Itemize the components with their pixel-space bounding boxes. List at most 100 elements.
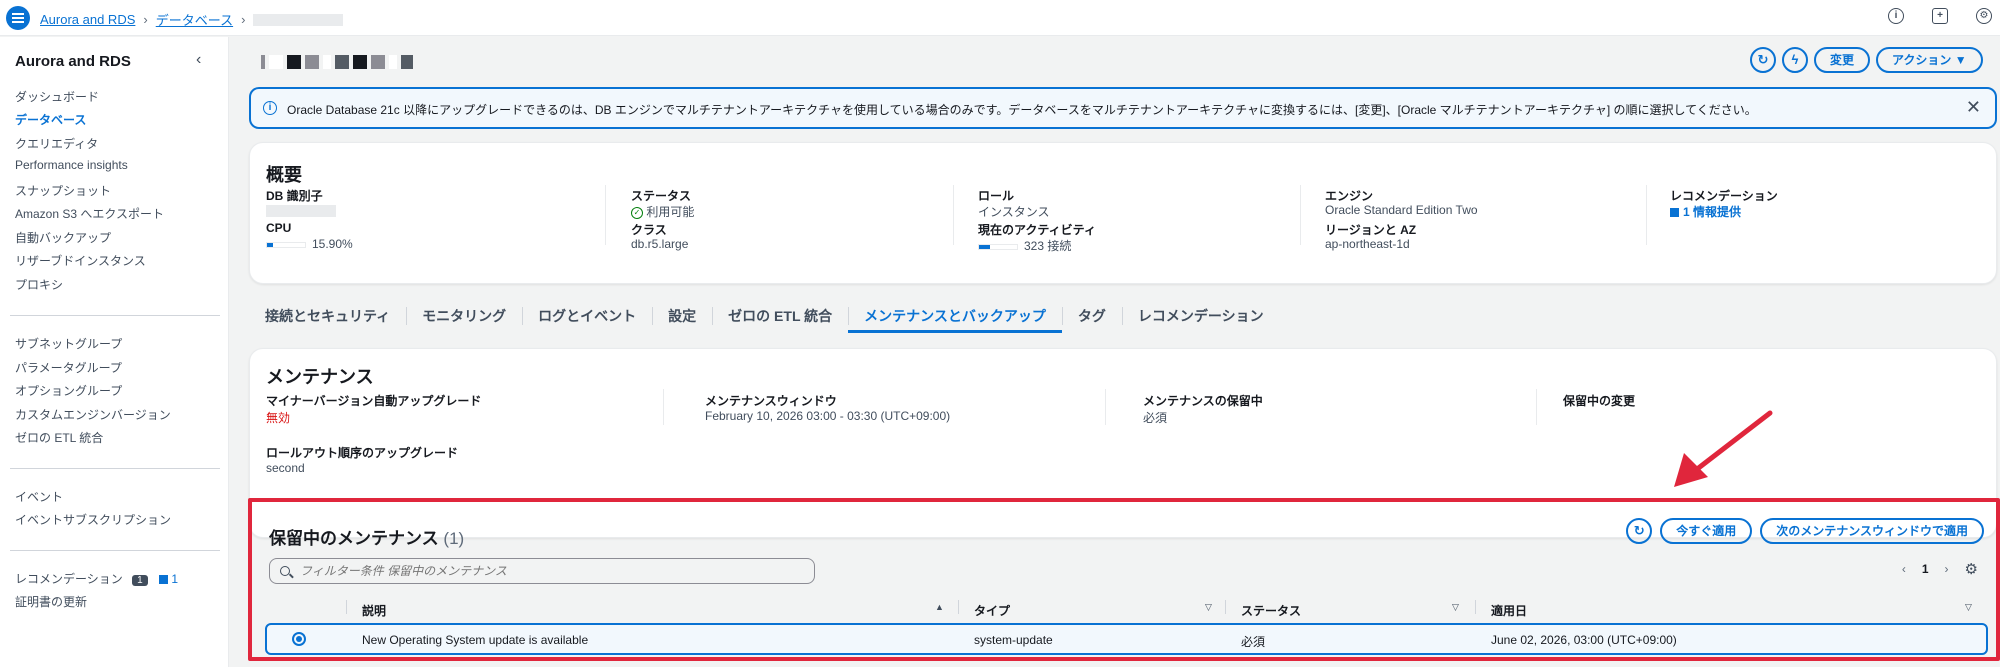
role-value: インスタンス xyxy=(978,205,1050,219)
pending-maintenance-label: メンテナンスの保留中 xyxy=(1143,394,1263,408)
refresh-button[interactable]: ↻ xyxy=(1750,47,1776,73)
tab-bar: 接続とセキュリティ モニタリング ログとイベント 設定 ゼロの ETL 統合 メ… xyxy=(249,299,1280,333)
maintenance-title: メンテナンス xyxy=(266,367,374,387)
tab-tags[interactable]: タグ xyxy=(1061,299,1122,333)
region-value: ap-northeast-1d xyxy=(1325,237,1410,251)
gear-icon[interactable]: ⚙ xyxy=(1965,560,1978,578)
actions-dropdown[interactable]: アクション ▼ xyxy=(1876,47,1983,73)
info-alert: i Oracle Database 21c 以降にアップグレードできるのは、DB… xyxy=(249,87,1997,129)
sidebar-title: Aurora and RDS xyxy=(15,53,131,70)
sidebar-item-s3-export[interactable]: Amazon S3 へエクスポート xyxy=(15,205,164,222)
tab-logs-events[interactable]: ログとイベント xyxy=(522,299,652,333)
info-icon: i xyxy=(263,101,277,115)
close-icon[interactable]: ✕ xyxy=(1966,97,1981,118)
success-check-icon: ✓ xyxy=(631,206,643,219)
activity-value: 323 接続 xyxy=(978,237,1071,254)
row-radio-button[interactable] xyxy=(292,632,306,646)
prev-page-icon[interactable]: ‹ xyxy=(1902,562,1906,576)
sidebar-item-parameter-groups[interactable]: パラメータグループ xyxy=(15,359,122,376)
sort-icon[interactable]: ▽ xyxy=(1205,602,1212,613)
menu-icon[interactable] xyxy=(6,6,30,30)
sidebar-item-events[interactable]: イベント xyxy=(15,488,63,505)
sidebar-item-query-editor[interactable]: クエリエディタ xyxy=(15,135,98,152)
sidebar-item-option-groups[interactable]: オプショングループ xyxy=(15,382,122,399)
row-status: 必須 xyxy=(1241,635,1266,649)
sidebar-item-databases[interactable]: データベース xyxy=(15,111,86,128)
table-row[interactable]: New Operating System update is available… xyxy=(265,623,1988,655)
column-header-type[interactable]: タイプ xyxy=(974,602,1010,619)
region-label: リージョンと AZ xyxy=(1325,223,1417,237)
column-header-description[interactable]: 説明 xyxy=(362,602,386,619)
sidebar-item-subnet-groups[interactable]: サブネットグループ xyxy=(15,335,122,352)
sort-icon[interactable]: ▽ xyxy=(1965,602,1972,613)
column-header-status[interactable]: ステータス xyxy=(1241,602,1301,619)
sidebar-item-reserved-instances[interactable]: リザーブドインスタンス xyxy=(15,252,146,269)
count-badge: 1 xyxy=(132,575,148,586)
engine-label: エンジン xyxy=(1325,189,1374,203)
close-sidebar-icon[interactable]: ‹ xyxy=(196,51,201,69)
sidebar-item-event-subscriptions[interactable]: イベントサブスクリプション xyxy=(15,511,171,528)
page-number[interactable]: 1 xyxy=(1922,562,1929,576)
tab-zero-etl[interactable]: ゼロの ETL 統合 xyxy=(712,299,848,333)
tab-connectivity[interactable]: 接続とセキュリティ xyxy=(249,299,406,333)
summary-card: 概要 DB 識別子 CPU 15.90% ステータス ✓ 利用可能 クラス db… xyxy=(249,142,1997,284)
info-square-icon xyxy=(1670,208,1679,218)
modify-button[interactable]: 変更 xyxy=(1814,47,1871,73)
sidebar-divider xyxy=(10,468,220,469)
tab-recommendations[interactable]: レコメンデーション xyxy=(1121,299,1280,333)
cpu-label: CPU xyxy=(266,221,292,235)
search-input[interactable] xyxy=(300,562,800,580)
next-page-icon[interactable]: › xyxy=(1945,562,1949,576)
apply-now-button[interactable]: 今すぐ適用 xyxy=(1660,518,1753,544)
sort-icon[interactable]: ▽ xyxy=(1452,602,1459,613)
cpu-progress-bar xyxy=(266,241,306,248)
db-identifier-label: DB 識別子 xyxy=(266,189,323,203)
tab-maintenance-backups[interactable]: メンテナンスとバックアップ xyxy=(848,299,1062,333)
row-description: New Operating System update is available xyxy=(362,633,589,647)
apply-next-window-button[interactable]: 次のメンテナンスウィンドウで適用 xyxy=(1760,518,1984,544)
settings-icon[interactable]: ⚙ xyxy=(1976,8,1992,24)
redacted-db-name xyxy=(253,13,344,26)
class-value: db.r5.large xyxy=(631,237,689,251)
breadcrumb-service-link[interactable]: Aurora and RDS xyxy=(40,12,135,27)
annotation-arrow-icon xyxy=(1674,410,1773,487)
activity-bar xyxy=(978,243,1018,250)
sort-ascending-icon[interactable]: ▲ xyxy=(935,602,944,612)
sidebar-item-custom-engine-versions[interactable]: カスタムエンジンバージョン xyxy=(15,406,171,423)
sidebar-item-proxies[interactable]: プロキシ xyxy=(15,276,63,293)
tab-monitoring[interactable]: モニタリング xyxy=(406,299,522,333)
sidebar-item-dashboard[interactable]: ダッシュボード xyxy=(15,88,99,105)
breadcrumb: Aurora and RDS › データベース › xyxy=(40,10,344,29)
info-icon[interactable]: i xyxy=(1888,8,1904,24)
sidebar-item-label: レコメンデーション xyxy=(15,572,123,586)
feedback-icon[interactable]: + xyxy=(1932,8,1948,24)
sidebar-item-automated-backups[interactable]: 自動バックアップ xyxy=(15,229,111,246)
search-icon xyxy=(280,566,290,576)
alert-text: Oracle Database 21c 以降にアップグレードできるのは、DB エ… xyxy=(287,103,1757,117)
status-value: ✓ 利用可能 xyxy=(631,203,694,220)
maintenance-window-label: メンテナンスウィンドウ xyxy=(705,394,837,408)
sidebar-item-certificate-update[interactable]: 証明書の更新 xyxy=(15,593,87,610)
pagination: ‹ 1 › ⚙ xyxy=(1902,560,1978,578)
sidebar-divider xyxy=(10,550,220,551)
status-label: ステータス xyxy=(631,189,692,203)
breadcrumb-section-link[interactable]: データベース xyxy=(156,10,233,29)
summary-title: 概要 xyxy=(266,165,302,185)
lightning-icon[interactable]: ϟ xyxy=(1782,47,1808,73)
recommendations-link[interactable]: 1 情報提供 xyxy=(1670,203,1741,220)
info-square-icon xyxy=(159,575,169,585)
chevron-right-icon: › xyxy=(241,12,246,27)
pending-maintenance-section: 保留中のメンテナンス (1) ↻ 今すぐ適用 次のメンテナンスウィンドウで適用 … xyxy=(248,498,2000,661)
sidebar-item-performance-insights[interactable]: Performance insights xyxy=(15,158,128,172)
sidebar: Aurora and RDS ‹ ダッシュボード データベース クエリエディタ … xyxy=(0,37,229,667)
row-applied-date: June 02, 2026, 03:00 (UTC+09:00) xyxy=(1491,633,1677,647)
tab-configuration[interactable]: 設定 xyxy=(652,299,712,333)
rollout-label: ロールアウト順序のアップグレード xyxy=(266,446,459,460)
refresh-button[interactable]: ↻ xyxy=(1626,518,1653,544)
sidebar-item-zero-etl[interactable]: ゼロの ETL 統合 xyxy=(15,429,103,446)
sidebar-item-recommendations[interactable]: レコメンデーション 1 1 xyxy=(15,570,178,587)
maintenance-window-value: February 10, 2026 03:00 - 03:30 (UTC+09:… xyxy=(705,409,951,423)
column-header-applied-date[interactable]: 適用日 xyxy=(1491,602,1527,619)
redacted-db-identifier xyxy=(266,205,336,217)
sidebar-item-snapshots[interactable]: スナップショット xyxy=(15,182,111,199)
